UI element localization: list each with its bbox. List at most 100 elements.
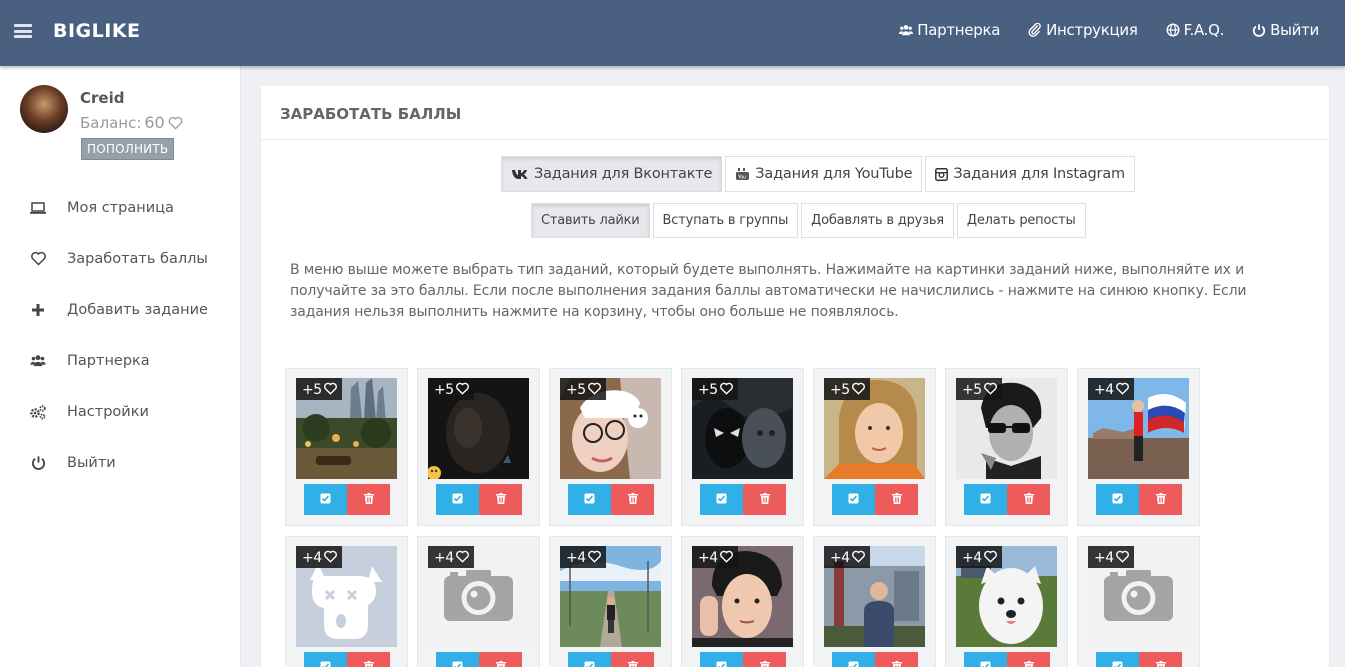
heart-icon	[851, 382, 866, 399]
tab-vkontakte[interactable]: Задания для Вконтакте	[501, 156, 723, 192]
delete-button[interactable]	[611, 484, 654, 515]
trash-icon	[891, 659, 902, 667]
check-square-icon	[848, 659, 859, 667]
confirm-button[interactable]	[304, 652, 347, 667]
sidebar-item-logout[interactable]: Выйти	[0, 437, 240, 488]
delete-button[interactable]	[347, 484, 390, 515]
avatar[interactable]	[20, 85, 68, 133]
sidebar-item-my-page[interactable]: Моя страница	[0, 182, 240, 233]
task-card: +4	[1077, 368, 1200, 526]
delete-button[interactable]	[743, 652, 786, 667]
delete-button[interactable]	[1139, 484, 1182, 515]
points-value: +4	[1094, 382, 1114, 398]
heart-icon	[323, 382, 338, 399]
points-badge: +4	[692, 546, 738, 568]
sidebar-menu: Моя страница Заработать баллы Добавить з…	[0, 182, 240, 488]
topup-button[interactable]: ПОПОЛНИТЬ	[81, 138, 175, 160]
nav-logout-label: Выйти	[1270, 21, 1319, 39]
sidebar-item-partner[interactable]: Партнерка	[0, 335, 240, 386]
delete-button[interactable]	[743, 484, 786, 515]
tab-youtube[interactable]: You Задания для YouTube	[725, 156, 923, 192]
delete-button[interactable]	[347, 652, 390, 667]
trash-icon	[363, 659, 374, 667]
delete-button[interactable]	[1007, 652, 1050, 667]
confirm-button[interactable]	[1096, 484, 1139, 515]
sidebar-item-add-task[interactable]: Добавить задание	[0, 284, 240, 335]
points-badge: +4	[296, 546, 342, 568]
task-actions	[700, 652, 786, 667]
confirm-button[interactable]	[832, 652, 875, 667]
heart-icon	[587, 382, 602, 399]
heart-icon	[29, 250, 47, 268]
task-card: +4	[417, 536, 540, 667]
check-square-icon	[320, 491, 331, 509]
subtab-add-friends[interactable]: Добавлять в друзья	[801, 203, 954, 238]
user-name[interactable]: Creid	[80, 89, 124, 107]
delete-button[interactable]	[875, 484, 918, 515]
nav-faq[interactable]: F.A.Q.	[1166, 21, 1224, 39]
check-square-icon	[584, 659, 595, 667]
top-nav: Партнерка Инструкция F.A.Q. Выйти	[899, 21, 1319, 39]
sidebar-item-earn-points[interactable]: Заработать баллы	[0, 233, 240, 284]
heart-icon	[983, 550, 998, 567]
subtab-reposts[interactable]: Делать репосты	[956, 203, 1086, 238]
confirm-button[interactable]	[700, 652, 743, 667]
nav-instructions[interactable]: Инструкция	[1028, 21, 1138, 39]
users-icon	[899, 25, 914, 36]
heart-icon	[1115, 382, 1130, 399]
delete-button[interactable]	[1139, 652, 1182, 667]
paperclip-icon	[1028, 23, 1041, 37]
nav-partner[interactable]: Партнерка	[899, 21, 1000, 39]
confirm-button[interactable]	[964, 484, 1007, 515]
trash-icon	[759, 659, 770, 667]
points-value: +4	[1094, 550, 1114, 566]
trash-icon	[891, 491, 902, 509]
plus-icon	[29, 301, 47, 319]
trash-icon	[1155, 659, 1166, 667]
confirm-button[interactable]	[832, 484, 875, 515]
confirm-button[interactable]	[436, 652, 479, 667]
task-card: +4	[1077, 536, 1200, 667]
confirm-button[interactable]	[700, 484, 743, 515]
delete-button[interactable]	[875, 652, 918, 667]
menu-toggle-icon[interactable]	[14, 24, 32, 38]
tab-label: Задания для YouTube	[755, 166, 913, 182]
confirm-button[interactable]	[436, 484, 479, 515]
task-actions	[832, 484, 918, 515]
brand-logo[interactable]: BIGLIKE	[53, 20, 141, 42]
task-card: +5	[549, 368, 672, 526]
subtab-join-groups[interactable]: Вступать в группы	[652, 203, 799, 238]
delete-button[interactable]	[479, 484, 522, 515]
delete-button[interactable]	[479, 652, 522, 667]
points-value: +5	[302, 382, 322, 398]
task-actions	[832, 652, 918, 667]
delete-button[interactable]	[1007, 484, 1050, 515]
confirm-button[interactable]	[304, 484, 347, 515]
trash-icon	[759, 491, 770, 509]
laptop-icon	[29, 199, 47, 217]
trash-icon	[1155, 491, 1166, 509]
vk-icon	[512, 169, 528, 179]
users-icon	[29, 352, 47, 370]
confirm-button[interactable]	[568, 652, 611, 667]
task-actions	[700, 484, 786, 515]
check-square-icon	[452, 659, 463, 667]
sidebar-item-settings[interactable]: Настройки	[0, 386, 240, 437]
network-tabs: Задания для Вконтакте You Задания для Yo…	[501, 156, 1135, 192]
delete-button[interactable]	[611, 652, 654, 667]
confirm-button[interactable]	[568, 484, 611, 515]
globe-icon	[1166, 23, 1180, 37]
confirm-button[interactable]	[964, 652, 1007, 667]
points-badge: +4	[824, 546, 870, 568]
sidebar: Creid Баланс: 60 ПОПОЛНИТЬ Моя страница …	[0, 66, 241, 667]
confirm-button[interactable]	[1096, 652, 1139, 667]
check-square-icon	[1112, 491, 1123, 509]
heart-icon	[455, 382, 470, 399]
tab-instagram[interactable]: Задания для Instagram	[925, 156, 1135, 192]
points-badge: +5	[824, 378, 870, 400]
subtab-likes[interactable]: Ставить лайки	[531, 203, 650, 238]
trash-icon	[495, 659, 506, 667]
main-panel: ЗАРАБОТАТЬ БАЛЛЫ Задания для Вконтакте Y…	[261, 86, 1329, 667]
task-card: +5	[813, 368, 936, 526]
nav-logout[interactable]: Выйти	[1252, 21, 1319, 39]
